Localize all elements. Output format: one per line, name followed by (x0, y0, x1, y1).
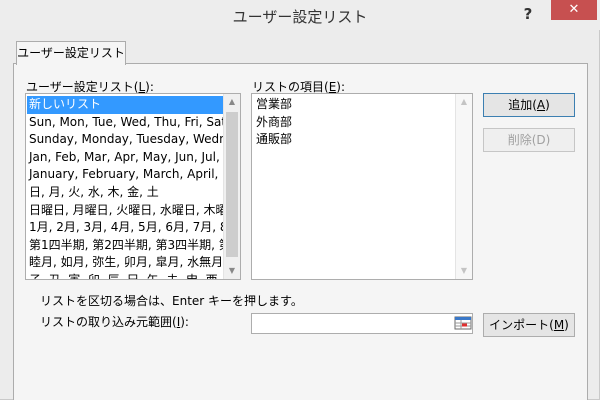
custom-list-item[interactable]: January, February, March, April, May (27, 166, 223, 184)
custom-lists-listbox[interactable]: 新しいリスト Sun, Mon, Tue, Wed, Thu, Fri, Sat S… (25, 93, 241, 280)
add-button[interactable]: 追加(A) (483, 93, 575, 117)
help-button[interactable]: ? (516, 3, 540, 25)
custom-list-item[interactable]: 日, 月, 火, 水, 木, 金, 土 (27, 184, 223, 202)
tab-custom-lists[interactable]: ユーザー設定リスト (16, 41, 126, 65)
custom-list-item[interactable]: 新しいリスト (27, 96, 223, 114)
custom-list-item[interactable]: 子, 丑, 寅, 卯, 辰, 巳, 午, 未, 申, 酉 (27, 272, 223, 279)
import-button[interactable]: インポート(M) (483, 313, 575, 337)
separator-hint-text: リストを区切る場合は、Enter キーを押します。 (40, 294, 303, 308)
scroll-down-icon[interactable]: ▼ (224, 263, 240, 279)
custom-list-item[interactable]: Sunday, Monday, Tuesday, Wednesday (27, 131, 223, 149)
close-button[interactable]: ✕ (551, 0, 597, 20)
list-entries-textbox[interactable]: 営業部外商部通販部 ▲ ▼ (251, 93, 473, 280)
list-entry-line: 通販部 (256, 132, 293, 147)
range-picker-button[interactable] (453, 313, 473, 333)
custom-list-item[interactable]: Jan, Feb, Mar, Apr, May, Jun, Jul, Aug (27, 149, 223, 167)
list-entries-scrollbar[interactable]: ▲ ▼ (455, 94, 472, 279)
list-entry-line: 営業部 (256, 97, 293, 111)
list-entry-line: 外商部 (256, 114, 293, 129)
scroll-down-icon[interactable]: ▼ (456, 263, 472, 279)
scroll-thumb[interactable] (226, 112, 238, 257)
delete-button[interactable]: 削除(D) (483, 128, 575, 152)
range-picker-icon (454, 316, 472, 330)
scroll-up-icon[interactable]: ▲ (456, 94, 472, 110)
custom-lists-scrollbar[interactable]: ▲ ▼ (223, 94, 240, 279)
title-bar: ユーザー設定リスト ? ✕ (0, 0, 600, 30)
custom-lists-dialog: ユーザー設定リスト ? ✕ ユーザー設定リスト ユーザー設定リスト(L): 新し… (0, 0, 600, 400)
list-entries-items: 営業部 外商部 通販部 (253, 96, 455, 149)
custom-list-item[interactable]: 1月, 2月, 3月, 4月, 5月, 6月, 7月, 8月 (27, 219, 223, 237)
close-icon: ✕ (568, 2, 580, 17)
custom-lists-items: 新しいリスト Sun, Mon, Tue, Wed, Thu, Fri, Sat S… (27, 96, 223, 279)
import-range-label: リストの取り込み元範囲(I): (40, 315, 189, 329)
custom-list-item[interactable]: 日曜日, 月曜日, 火曜日, 水曜日, 木曜日 (27, 202, 223, 220)
dialog-title: ユーザー設定リスト (232, 8, 368, 26)
custom-list-item[interactable]: 睦月, 如月, 弥生, 卯月, 皐月, 水無月 (27, 254, 223, 272)
custom-list-item[interactable]: 第1四半期, 第2四半期, 第3四半期, 第4四半期 (27, 237, 223, 255)
custom-list-item[interactable]: Sun, Mon, Tue, Wed, Thu, Fri, Sat (27, 114, 223, 132)
scroll-up-icon[interactable]: ▲ (224, 94, 240, 110)
import-range-input[interactable] (251, 313, 473, 334)
